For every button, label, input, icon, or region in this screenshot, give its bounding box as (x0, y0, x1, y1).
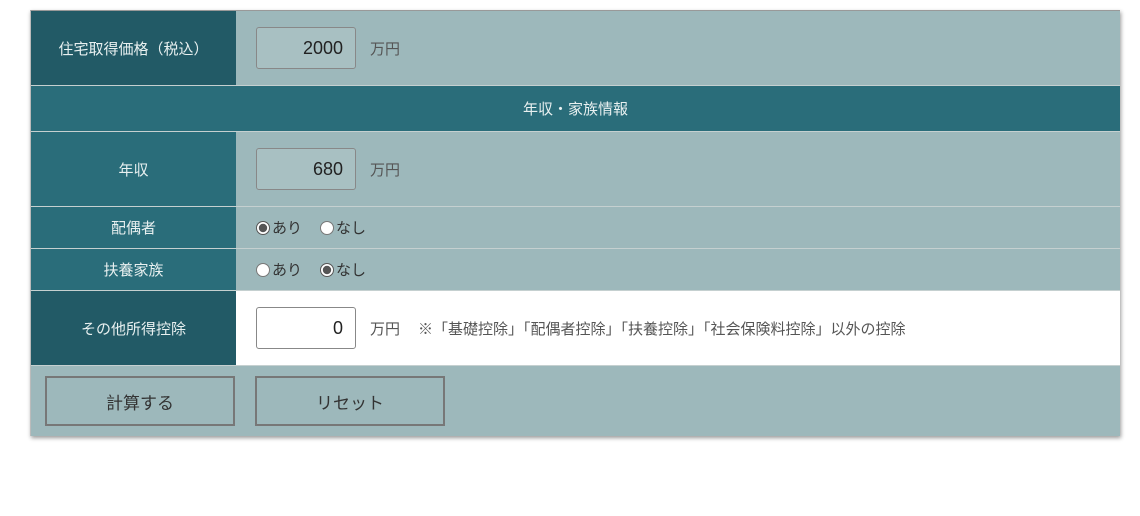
row-annual-income: 年収 万円 (31, 132, 1120, 207)
reset-button[interactable]: リセット (255, 376, 445, 426)
row-housing-price: 住宅取得価格（税込） 万円 (31, 11, 1120, 86)
label-spouse: 配偶者 (31, 207, 236, 248)
spouse-option-yes[interactable]: あり (256, 217, 302, 238)
form-container: 住宅取得価格（税込） 万円 年収・家族情報 年収 万円 配偶者 あり なし (30, 10, 1120, 436)
note-other-deduction: ※「基礎控除」「配偶者控除」「扶養控除」「社会保険料控除」以外の控除 (418, 318, 906, 339)
dependents-option-yes[interactable]: あり (256, 259, 302, 280)
spouse-radio-no[interactable] (320, 221, 334, 235)
value-cell-housing-price: 万円 (236, 11, 1120, 85)
dependents-radio-group: あり なし (256, 259, 366, 280)
unit-housing-price: 万円 (370, 38, 400, 59)
spouse-radio-yes[interactable] (256, 221, 270, 235)
dependents-yes-label: あり (272, 259, 302, 280)
dependents-no-label: なし (336, 259, 366, 280)
row-other-deduction: その他所得控除 万円 ※「基礎控除」「配偶者控除」「扶養控除」「社会保険料控除」… (31, 291, 1120, 366)
spouse-radio-group: あり なし (256, 217, 366, 238)
dependents-radio-yes[interactable] (256, 263, 270, 277)
value-cell-dependents: あり なし (236, 249, 1120, 290)
label-dependents: 扶養家族 (31, 249, 236, 290)
calculate-button[interactable]: 計算する (45, 376, 235, 426)
value-cell-annual-income: 万円 (236, 132, 1120, 206)
other-deduction-input[interactable] (256, 307, 356, 349)
dependents-radio-no[interactable] (320, 263, 334, 277)
unit-other-deduction: 万円 (370, 318, 400, 339)
label-annual-income: 年収 (31, 132, 236, 206)
label-housing-price: 住宅取得価格（税込） (31, 11, 236, 85)
spouse-option-no[interactable]: なし (320, 217, 366, 238)
dependents-option-no[interactable]: なし (320, 259, 366, 280)
row-dependents: 扶養家族 あり なし (31, 249, 1120, 291)
annual-income-input[interactable] (256, 148, 356, 190)
value-cell-spouse: あり なし (236, 207, 1120, 248)
housing-price-input[interactable] (256, 27, 356, 69)
row-spouse: 配偶者 あり なし (31, 207, 1120, 249)
section-header-income-family: 年収・家族情報 (31, 86, 1120, 132)
spouse-yes-label: あり (272, 217, 302, 238)
value-cell-other-deduction: 万円 ※「基礎控除」「配偶者控除」「扶養控除」「社会保険料控除」以外の控除 (236, 291, 1120, 365)
label-other-deduction: その他所得控除 (31, 291, 236, 365)
unit-annual-income: 万円 (370, 159, 400, 180)
button-row: 計算する リセット (31, 366, 1120, 436)
spouse-no-label: なし (336, 217, 366, 238)
